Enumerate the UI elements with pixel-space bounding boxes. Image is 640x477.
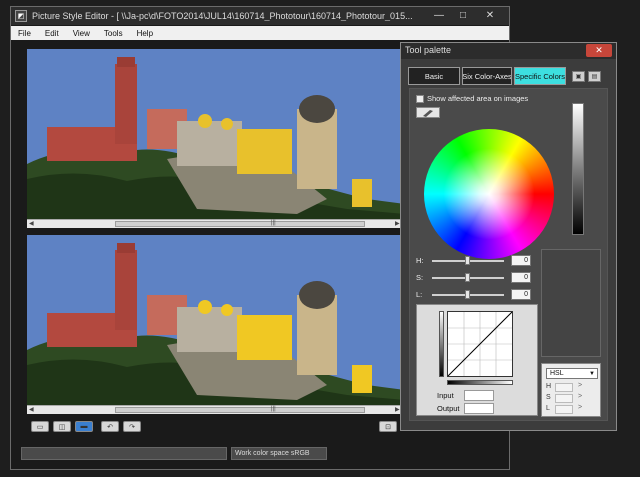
color-wheel[interactable] [424,129,554,259]
saturation-value[interactable]: 0 [511,272,531,283]
tool-palette-close-button[interactable]: ✕ [586,44,612,57]
scrollbar-original[interactable]: ◀ ||| ▶ [27,219,405,228]
menu-tools[interactable]: Tools [97,29,130,38]
hsl-value-box [555,394,573,403]
hsl-row-s: S > [546,393,583,403]
hsl-row-l: L > [546,404,583,414]
show-affected-checkbox[interactable]: Show affected area on images [416,94,528,103]
menu-edit[interactable]: Edit [38,29,66,38]
specific-colors-panel: Show affected area on images H: 0 S: 0 L… [409,88,608,421]
status-bar: Work color space sRGB [17,447,503,461]
input-field[interactable] [464,390,494,401]
scroll-left-icon[interactable]: ◀ [29,220,34,227]
tab-basic[interactable]: Basic [408,67,460,85]
saturation-label: S: [416,273,424,282]
save-icon[interactable]: ▤ [588,71,601,82]
hsl-mode-value: HSL [550,370,564,377]
slider-knob[interactable] [465,256,470,265]
castle-photo-adjusted [27,235,405,405]
input-label: Input [437,391,454,400]
luminance-slider[interactable]: L: 0 [416,289,536,301]
menu-bar: File Edit View Tools Help [11,26,509,40]
scrollbar-adjusted[interactable]: ◀ ||| ▶ [27,405,405,414]
slider-knob[interactable] [465,273,470,282]
tone-curve-panel: Input Output [416,304,538,416]
scroll-grip: ||| [271,406,276,412]
chevron-down-icon: ▼ [589,371,595,377]
show-affected-label: Show affected area on images [427,94,529,103]
work-color-space: Work color space sRGB [231,447,327,460]
hsl-row-h: H > [546,382,583,392]
output-label: Output [437,404,460,413]
tab-row: Basic Six Color-Axes Specific Colors ▣ ▤ [408,67,616,85]
luminance-bar[interactable] [572,103,584,235]
app-icon: ◩ [15,10,27,22]
menu-view[interactable]: View [66,29,97,38]
tab-six-color-axes[interactable]: Six Color-Axes [462,67,512,85]
hue-value[interactable]: 0 [511,255,531,266]
image-pane-adjusted[interactable] [27,235,405,405]
view-toolbar: ▭ ◫ ▬ ↶ ↷ ⊡ [27,419,405,433]
fit-icon[interactable]: ⊡ [379,421,397,432]
eyedropper-icon[interactable] [416,107,440,118]
single-view-icon[interactable]: ▭ [31,421,49,432]
scroll-left-icon[interactable]: ◀ [29,406,34,413]
scroll-right-icon[interactable]: ▶ [395,220,400,227]
saturation-slider[interactable]: S: 0 [416,272,536,284]
tool-palette: Tool palette ✕ Basic Six Color-Axes Spec… [400,42,617,431]
hsl-mode-select[interactable]: HSL ▼ [546,368,598,379]
scroll-right-icon[interactable]: ▶ [395,406,400,413]
scroll-thumb[interactable] [115,221,365,227]
side-by-side-icon[interactable]: ◫ [53,421,71,432]
luminance-label: L: [416,290,423,299]
tool-palette-title[interactable]: Tool palette [401,43,616,59]
horizontal-gradient [447,380,513,385]
load-icon[interactable]: ▣ [572,71,585,82]
window-title: Picture Style Editor - [ \\Ja-pc\d\FOTO2… [32,11,413,21]
tone-curve[interactable] [447,311,513,377]
image-pane-original[interactable] [27,49,405,219]
hsl-value-box [555,383,573,392]
split-view-icon[interactable]: ▬ [75,421,93,432]
rotate-left-icon[interactable]: ↶ [101,421,119,432]
output-field[interactable] [464,403,494,414]
rotate-right-icon[interactable]: ↷ [123,421,141,432]
maximize-button[interactable]: □ [453,8,473,22]
hsl-value-box [555,405,573,414]
title-bar[interactable]: ◩ Picture Style Editor - [ \\Ja-pc\d\FOT… [11,7,509,25]
hue-slider[interactable]: H: 0 [416,255,536,267]
castle-photo-original [27,49,405,219]
status-progress [21,447,227,460]
vertical-gradient [439,311,444,377]
color-preview-box [541,249,601,357]
scroll-grip: ||| [271,220,276,226]
hue-label: H: [416,256,424,265]
menu-help[interactable]: Help [130,29,160,38]
tab-specific-colors[interactable]: Specific Colors [514,67,566,85]
close-button[interactable]: ✕ [477,8,503,22]
slider-knob[interactable] [465,290,470,299]
minimize-button[interactable]: — [429,8,449,22]
checkbox-box[interactable] [416,94,424,103]
hsl-panel: HSL ▼ H > S > L > [541,363,601,417]
luminance-value[interactable]: 0 [511,289,531,300]
menu-file[interactable]: File [11,29,38,38]
scroll-thumb[interactable] [115,407,365,413]
